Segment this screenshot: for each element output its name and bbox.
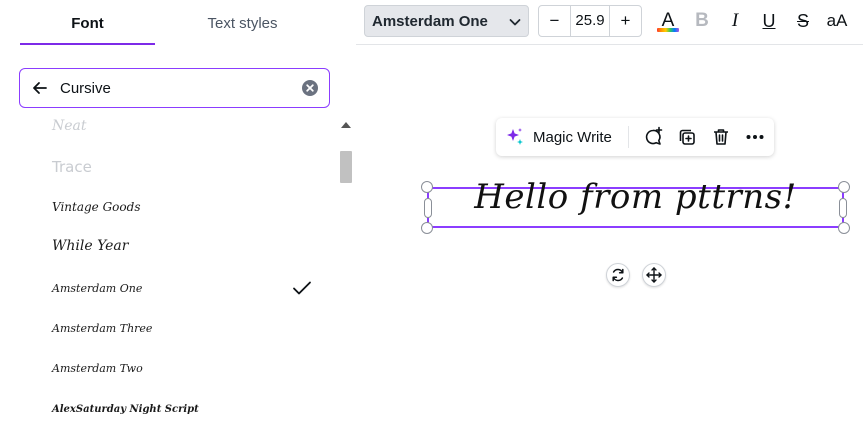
scroll-up-icon[interactable] <box>341 122 351 128</box>
text-color-letter: A <box>662 10 675 31</box>
sparkle-icon <box>504 126 526 148</box>
font-name: Amsterdam Three <box>52 322 153 335</box>
check-icon <box>290 276 314 300</box>
font-item-amsterdam-two[interactable]: Amsterdam Two <box>0 348 338 388</box>
font-item-alexsaturday-night-script[interactable]: AlexSaturday Night Script <box>0 388 338 428</box>
resize-handle-left[interactable] <box>424 198 432 218</box>
increase-size-button[interactable]: + <box>609 6 641 36</box>
clear-icon[interactable] <box>302 80 318 96</box>
text-color-button[interactable]: A <box>653 6 683 36</box>
more-icon[interactable] <box>744 126 766 148</box>
font-list: Neat Trace Vintage Goods While Year Amst… <box>0 114 338 428</box>
selected-text-element[interactable]: Hello from pttrns! <box>421 177 850 234</box>
magic-write-button[interactable]: Magic Write <box>533 129 612 146</box>
tab-text-styles[interactable]: Text styles <box>165 0 320 44</box>
font-name: AlexSaturday Night Script <box>52 404 199 415</box>
font-item-while-year[interactable]: While Year <box>0 228 338 268</box>
font-name: Trace <box>52 158 92 176</box>
comment-plus-icon[interactable] <box>642 126 664 148</box>
element-context-toolbar: Magic Write <box>496 118 774 156</box>
letter-case-button[interactable]: aA <box>822 6 852 36</box>
font-size-stepper: − 25.9 + <box>538 5 642 37</box>
resize-handle-right[interactable] <box>839 198 847 218</box>
strikethrough-button[interactable]: S <box>788 6 818 36</box>
font-size-input[interactable]: 25.9 <box>571 6 609 36</box>
arrow-left-icon[interactable] <box>30 78 50 98</box>
font-search-input[interactable] <box>60 77 290 99</box>
font-name: Amsterdam One <box>52 282 143 295</box>
font-panel: Font Text styles Neat Trace Vintage Good… <box>0 0 357 428</box>
rotate-icon <box>612 268 624 282</box>
rotate-button[interactable] <box>606 263 630 287</box>
font-item-vintage-goods[interactable]: Vintage Goods <box>0 188 338 228</box>
text-toolbar: Amsterdam One − 25.9 + A B I U S aA <box>356 0 863 45</box>
font-name: Amsterdam Two <box>52 362 143 375</box>
trash-icon[interactable] <box>710 126 732 148</box>
canvas-text[interactable]: Hello from pttrns! <box>429 177 842 217</box>
font-family-value: Amsterdam One <box>372 13 488 30</box>
resize-handle-bottom-right[interactable] <box>838 222 850 234</box>
design-canvas[interactable]: Magic Write Hello from pttrns! <box>356 45 863 428</box>
font-family-dropdown[interactable]: Amsterdam One <box>364 5 529 37</box>
bold-button[interactable]: B <box>687 6 717 36</box>
resize-handle-bottom-left[interactable] <box>421 222 433 234</box>
resize-handle-top-left[interactable] <box>421 181 433 193</box>
font-name: Vintage Goods <box>52 200 141 214</box>
italic-button[interactable]: I <box>720 6 750 36</box>
active-tab-indicator <box>20 43 155 45</box>
chevron-down-icon <box>508 15 522 29</box>
font-search-box <box>19 68 330 108</box>
font-item-neat[interactable]: Neat <box>0 114 338 148</box>
text-color-icon: A <box>657 10 679 32</box>
duplicate-icon[interactable] <box>676 126 698 148</box>
scroll-thumb[interactable] <box>340 151 352 183</box>
font-item-amsterdam-one[interactable]: Amsterdam One <box>0 268 338 308</box>
resize-handle-top-right[interactable] <box>838 181 850 193</box>
font-list-scrollbar[interactable] <box>338 118 354 428</box>
font-name: Neat <box>52 118 87 134</box>
font-item-amsterdam-three[interactable]: Amsterdam Three <box>0 308 338 348</box>
decrease-size-button[interactable]: − <box>539 6 571 36</box>
underline-button[interactable]: U <box>754 6 784 36</box>
font-item-trace[interactable]: Trace <box>0 148 338 188</box>
tab-font[interactable]: Font <box>20 0 155 44</box>
toolbar-divider <box>628 126 629 148</box>
panel-tabs: Font Text styles <box>0 0 356 46</box>
font-name: While Year <box>52 238 129 254</box>
move-icon <box>646 267 662 283</box>
move-button[interactable] <box>642 263 666 287</box>
